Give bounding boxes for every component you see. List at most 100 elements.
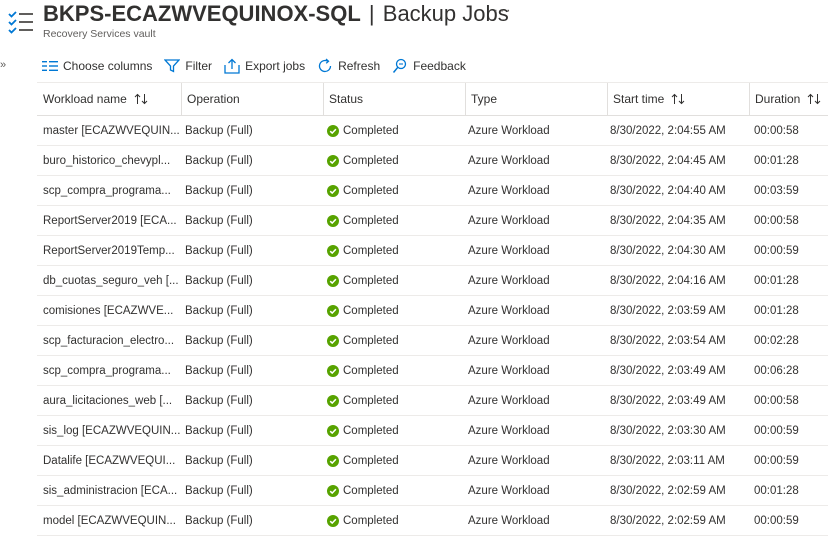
status-cell-text: Completed <box>343 424 399 437</box>
workload-name-cell-text: buro_historico_chevypl... <box>43 154 171 167</box>
start-time-cell: 8/30/2022, 2:04:45 AM <box>610 146 750 175</box>
status-cell-text: Completed <box>343 484 399 497</box>
workload-name-cell[interactable]: sis_administracion [ECA... <box>43 476 181 505</box>
operation-cell: Backup (Full) <box>185 266 321 295</box>
column-header-operation[interactable]: Operation <box>181 83 323 115</box>
success-check-icon <box>327 394 339 407</box>
more-options-button[interactable]: ··· <box>493 2 512 20</box>
table-row[interactable]: scp_facturacion_electro... Backup (Full) C… <box>37 326 828 356</box>
feedback-label: Feedback <box>413 59 466 73</box>
workload-name-cell[interactable]: Datalife [ECAZWVEQUI... <box>43 446 181 475</box>
workload-name-cell-text: aura_licitaciones_web [... <box>43 394 173 407</box>
start-time-cell: 8/30/2022, 2:02:59 AM <box>610 506 750 535</box>
duration-cell-text: 00:00:58 <box>754 394 799 407</box>
table-row[interactable]: crm [ECAZWVEQUINOX] Backup (Full) Complete… <box>37 536 828 540</box>
page-title: BKPS-ECAZWVEQUINOX-SQL | Backup Jobs <box>43 1 509 27</box>
workload-name-cell[interactable]: scp_compra_programa... <box>43 176 181 205</box>
workload-name-cell[interactable]: master [ECAZWVEQUIN... <box>43 116 181 145</box>
duration-cell: 00:06:28 <box>754 356 828 385</box>
column-header-status[interactable]: Status <box>323 83 465 115</box>
operation-cell-text: Backup (Full) <box>185 124 253 137</box>
table-row[interactable]: master [ECAZWVEQUIN... Backup (Full) Compl… <box>37 116 828 146</box>
column-header-type[interactable]: Type <box>465 83 607 115</box>
workload-name-cell[interactable]: ReportServer2019 [ECA... <box>43 206 181 235</box>
workload-name-cell-text: scp_facturacion_electro... <box>43 334 175 347</box>
workload-name-cell[interactable]: model [ECAZWVEQUIN... <box>43 506 181 535</box>
table-row[interactable]: scp_compra_programa... Backup (Full) Compl… <box>37 176 828 206</box>
page-name: Backup Jobs <box>382 1 509 26</box>
operation-cell: Backup (Full) <box>185 146 321 175</box>
duration-cell: 00:01:28 <box>754 146 828 175</box>
table-row[interactable]: sis_log [ECAZWVEQUIN... Backup (Full) Comp… <box>37 416 828 446</box>
sort-arrows-icon[interactable] <box>807 93 821 105</box>
start-time-cell: 8/30/2022, 2:04:16 AM <box>610 266 750 295</box>
table-row[interactable]: buro_historico_chevypl... Backup (Full) Co… <box>37 146 828 176</box>
workload-name-cell[interactable]: db_cuotas_seguro_veh [... <box>43 266 181 295</box>
operation-cell-text: Backup (Full) <box>185 394 253 407</box>
workload-name-cell[interactable]: aura_licitaciones_web [... <box>43 386 181 415</box>
workload-name-cell-text: ReportServer2019 [ECA... <box>43 214 177 227</box>
duration-cell: 00:00:59 <box>754 506 828 535</box>
status-cell: Completed <box>327 236 463 265</box>
workload-name-cell[interactable]: crm [ECAZWVEQUINOX] <box>43 536 181 540</box>
workload-name-cell[interactable]: buro_historico_chevypl... <box>43 146 181 175</box>
table-row[interactable]: scp_compra_programa... Backup (Full) Compl… <box>37 356 828 386</box>
refresh-button[interactable]: Refresh <box>317 58 380 74</box>
table-row[interactable]: db_cuotas_seguro_veh [... Backup (Full) Co… <box>37 266 828 296</box>
status-cell-text: Completed <box>343 394 399 407</box>
table-row[interactable]: ReportServer2019 [ECA... Backup (Full) Com… <box>37 206 828 236</box>
workload-name-cell[interactable]: ReportServer2019Temp... <box>43 236 181 265</box>
operation-cell: Backup (Full) <box>185 446 321 475</box>
duration-cell-text: 00:00:58 <box>754 214 799 227</box>
page-header: BKPS-ECAZWVEQUINOX-SQL | Backup Jobs ···… <box>0 0 828 48</box>
status-cell: Completed <box>327 266 463 295</box>
page-subtitle: Recovery Services vault <box>43 28 156 40</box>
expand-menu-icon[interactable]: » <box>0 59 6 71</box>
table-row[interactable]: aura_licitaciones_web [... Backup (Full) C… <box>37 386 828 416</box>
success-check-icon <box>327 214 339 227</box>
start-time-cell: 8/30/2022, 2:03:30 AM <box>610 416 750 445</box>
workload-name-cell[interactable]: scp_compra_programa... <box>43 356 181 385</box>
type-cell: Azure Workload <box>468 416 604 445</box>
choose-columns-button[interactable]: Choose columns <box>42 59 152 73</box>
choose-columns-label: Choose columns <box>63 59 153 73</box>
duration-cell: 00:03:59 <box>754 176 828 205</box>
export-jobs-button[interactable]: Export jobs <box>224 58 305 74</box>
start-time-cell-text: 8/30/2022, 2:04:40 AM <box>610 184 726 197</box>
table-row[interactable]: comisiones [ECAZWVE... Backup (Full) Compl… <box>37 296 828 326</box>
sort-arrows-icon[interactable] <box>671 93 685 105</box>
table-row[interactable]: sis_administracion [ECA... Backup (Full) C… <box>37 476 828 506</box>
table-row[interactable]: model [ECAZWVEQUIN... Backup (Full) Comple… <box>37 506 828 536</box>
type-cell: Azure Workload <box>468 176 604 205</box>
workload-name-cell[interactable]: scp_facturacion_electro... <box>43 326 181 355</box>
workload-name-cell[interactable]: sis_log [ECAZWVEQUIN... <box>43 416 181 445</box>
operation-cell-text: Backup (Full) <box>185 214 253 227</box>
success-check-icon <box>327 124 339 137</box>
feedback-button[interactable]: Feedback <box>392 58 466 74</box>
duration-cell: 00:00:59 <box>754 416 828 445</box>
table-row[interactable]: Datalife [ECAZWVEQUI... Backup (Full) Comp… <box>37 446 828 476</box>
table-row[interactable]: ReportServer2019Temp... Backup (Full) Comp… <box>37 236 828 266</box>
start-time-cell-text: 8/30/2022, 2:03:49 AM <box>610 364 726 377</box>
column-header-start-time[interactable]: Start time <box>607 83 749 115</box>
backup-jobs-page: BKPS-ECAZWVEQUINOX-SQL | Backup Jobs ···… <box>0 0 828 540</box>
success-check-icon <box>327 364 339 377</box>
operation-cell-text: Backup (Full) <box>185 184 253 197</box>
sort-arrows-icon[interactable] <box>134 93 148 105</box>
filter-button[interactable]: Filter <box>164 59 212 73</box>
start-time-cell: 8/30/2022, 2:04:35 AM <box>610 206 750 235</box>
column-header-workload-name[interactable]: Workload name <box>37 83 181 115</box>
start-time-cell: 8/30/2022, 2:03:54 AM <box>610 326 750 355</box>
duration-cell: 00:01:28 <box>754 536 828 540</box>
refresh-icon <box>318 58 332 73</box>
start-time-cell-text: 8/30/2022, 2:03:11 AM <box>610 454 725 467</box>
jobs-table: Workload name Operation Status Type Star… <box>37 82 828 540</box>
status-cell-text: Completed <box>343 124 399 137</box>
start-time-cell: 8/30/2022, 2:04:55 AM <box>610 116 750 145</box>
column-header-duration[interactable]: Duration <box>749 83 828 115</box>
operation-cell: Backup (Full) <box>185 206 321 235</box>
status-cell-text: Completed <box>343 214 399 227</box>
status-cell-text: Completed <box>343 274 399 287</box>
operation-cell: Backup (Full) <box>185 476 321 505</box>
workload-name-cell[interactable]: comisiones [ECAZWVE... <box>43 296 181 325</box>
